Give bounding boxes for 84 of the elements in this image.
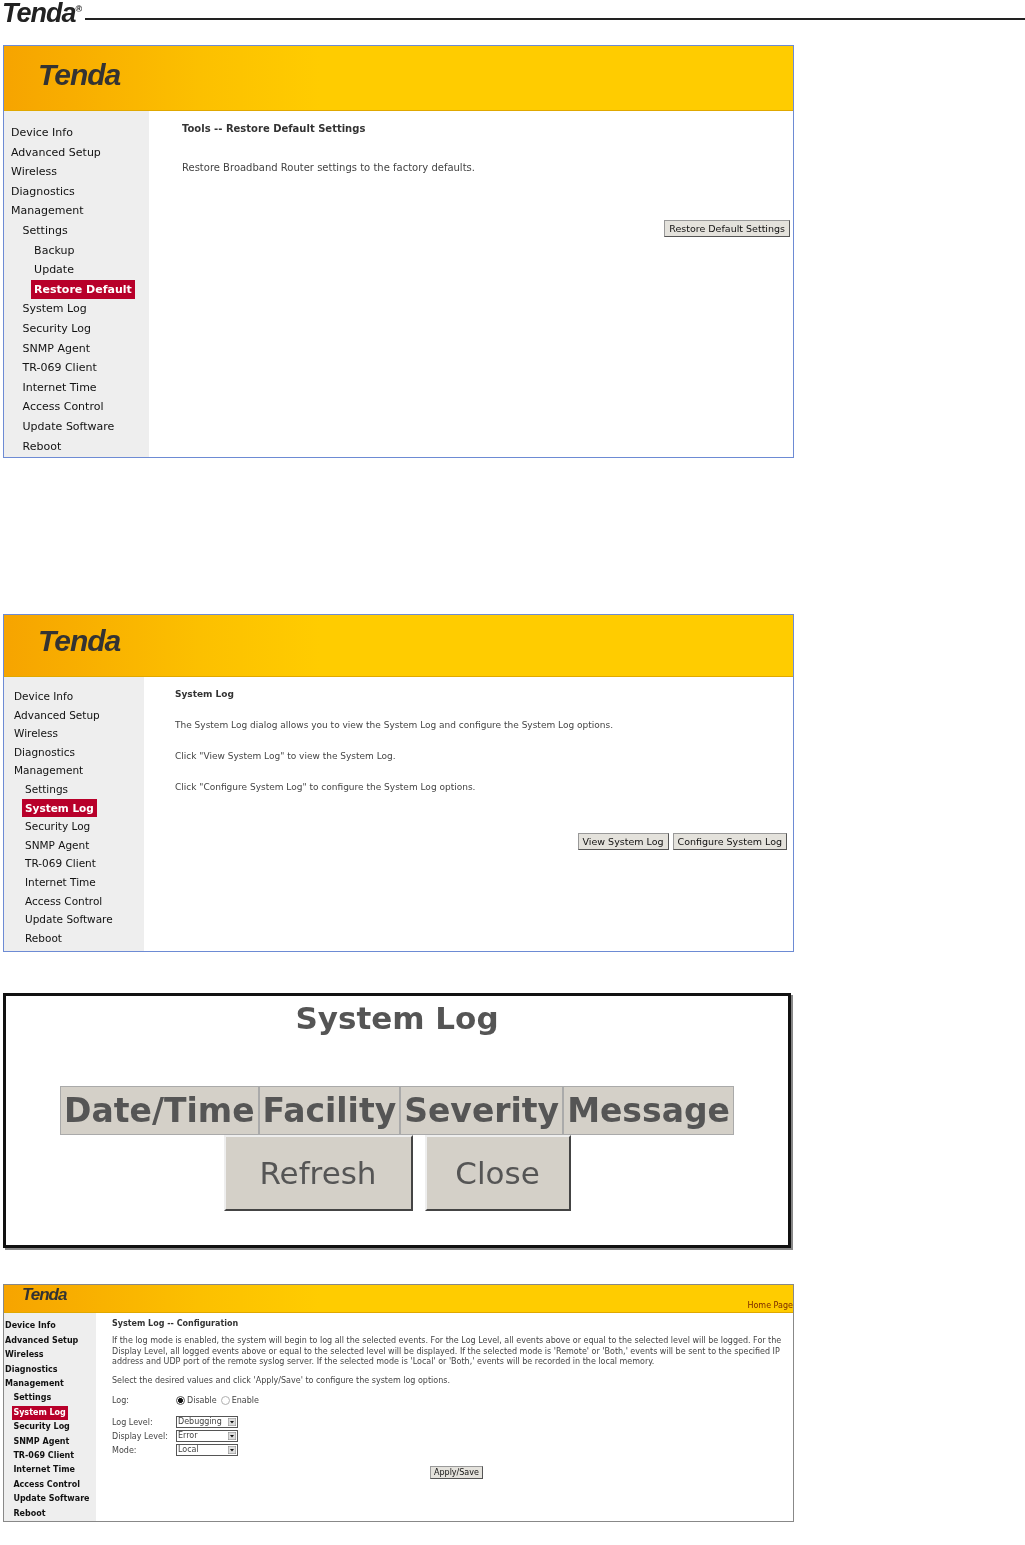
sidebar-item[interactable]: Update [31, 260, 77, 280]
description-text: Click "View System Log" to view the System Log. [175, 751, 397, 761]
sidebar-item[interactable]: Security Log [19, 318, 94, 339]
sidebar-item[interactable]: System Log [12, 1405, 68, 1421]
sidebar-item[interactable]: Restore Default [31, 279, 135, 300]
page-title: System Log [175, 689, 235, 699]
sidebar-item[interactable]: Security Log [22, 817, 94, 836]
column-header: Severity [400, 1086, 564, 1135]
radio-button[interactable] [220, 1395, 230, 1405]
dialog-title: System Log [295, 1000, 499, 1036]
dropdown[interactable]: Error [176, 1430, 238, 1443]
field-label: Log Level: [112, 1417, 154, 1427]
description-text: Restore Broadband Router settings to the factory defaults. [182, 162, 476, 173]
sidebar-item[interactable]: Security Log [12, 1420, 72, 1435]
sidebar-item[interactable]: Reboot [19, 436, 65, 457]
sidebar-item[interactable]: TR-069 Client [12, 1448, 77, 1464]
sidebar-item[interactable]: Device Info [11, 687, 77, 706]
sidebar-item[interactable]: Reboot [22, 928, 65, 948]
sidebar-item[interactable]: Internet Time [12, 1463, 77, 1478]
radio-label: Enable [231, 1395, 259, 1405]
sidebar-item[interactable]: Advanced Setup [11, 705, 103, 725]
home-page-link[interactable]: Home Page [747, 1301, 793, 1311]
sidebar-item[interactable]: Wireless [4, 1348, 46, 1363]
sidebar-item[interactable]: Diagnostics [11, 742, 78, 762]
sidebar-item[interactable]: SNMP Agent [12, 1434, 72, 1449]
brand-logo: Tenda$^{®}$ [2, 0, 82, 26]
sidebar-item[interactable]: System Log [19, 299, 90, 319]
sidebar-item[interactable]: TR-069 Client [19, 358, 100, 378]
column-header: Facility [258, 1086, 401, 1135]
dropdown-arrow-icon [228, 1418, 236, 1427]
sidebar-item[interactable]: Update Software [22, 910, 116, 929]
description-text: If the log mode is enabled, the system will begin to log all the selected events. For the Log Level, all events above or equal to the selected level will be logged. For the Display Level, all logged events above or equal to the selected level will be displayed. If the selected mode is 'Remote' or 'Both,' events will be sent to the specified IP address and UDP port of the remote syslog server. If the selected mode is 'Local' or 'Both,' events will be recorded in the local memory. [112, 1336, 783, 1368]
action-button[interactable]: Apply/Save [430, 1466, 483, 1480]
sidebar-item[interactable]: Diagnostics [8, 181, 78, 202]
description-text: Select the desired values and click 'Apply/Save' to configure the system log options. [112, 1375, 451, 1387]
sidebar-item[interactable]: Diagnostics [4, 1362, 60, 1377]
action-button[interactable]: Restore Default Settings [664, 220, 790, 237]
sidebar-item[interactable]: Settings [22, 779, 72, 799]
sidebar-item[interactable]: Backup [31, 240, 78, 261]
sidebar-item[interactable]: Update Software [12, 1492, 92, 1507]
sidebar-item[interactable]: Reboot [12, 1506, 48, 1521]
dropdown-arrow-icon [228, 1446, 236, 1455]
field-label: Log: [112, 1395, 130, 1405]
sidebar-item[interactable]: SNMP Agent [19, 338, 93, 359]
field-label: Display Level: [112, 1431, 169, 1441]
sidebar-item[interactable]: Settings [19, 220, 71, 241]
column-header: Date/Time [60, 1086, 259, 1135]
sidebar-item[interactable]: Internet Time [22, 872, 99, 892]
dialog-button[interactable]: Close [424, 1135, 571, 1211]
sidebar-item[interactable]: Advanced Setup [8, 142, 104, 163]
sidebar-item[interactable]: Internet Time [19, 377, 100, 398]
radio-label: Disable [187, 1395, 217, 1405]
page-title: Tools -- Restore Default Settings [182, 123, 367, 134]
sidebar-item[interactable]: Wireless [11, 724, 61, 743]
description-text: Click "Configure System Log" to configure the System Log options. [175, 782, 477, 792]
column-header: Message [563, 1086, 734, 1135]
sidebar-item[interactable]: SNMP Agent [22, 835, 93, 855]
sidebar-item[interactable]: Device Info [4, 1319, 58, 1334]
sidebar-item[interactable]: TR-069 Client [22, 854, 99, 873]
description-text: The System Log dialog allows you to view the System Log and configure the System Log options. [175, 720, 614, 730]
dropdown[interactable]: Local [176, 1444, 238, 1457]
sidebar-item[interactable]: Access Control [19, 397, 107, 417]
sidebar-item[interactable]: Settings [12, 1391, 54, 1406]
sidebar-item[interactable]: Device Info [8, 123, 76, 143]
dialog-button[interactable]: Refresh [223, 1135, 413, 1211]
sidebar-item[interactable]: Access Control [22, 891, 106, 911]
field-label: Mode: [112, 1445, 138, 1455]
page-title: System Log -- Configuration [112, 1319, 240, 1329]
sidebar-item[interactable]: Management [4, 1376, 66, 1392]
dropdown-arrow-icon [228, 1432, 236, 1441]
action-button[interactable]: Configure System Log [672, 833, 787, 850]
logo: Tenda [38, 58, 121, 92]
sidebar-item[interactable]: Update Software [19, 416, 118, 437]
sidebar-item[interactable]: System Log [22, 798, 97, 818]
logo: Tenda [38, 624, 121, 658]
sidebar-item[interactable]: Management [8, 201, 87, 221]
sidebar-item[interactable]: Wireless [8, 162, 61, 182]
sidebar-item[interactable]: Advanced Setup [4, 1333, 81, 1349]
sidebar-item[interactable]: Access Control [12, 1477, 82, 1493]
sidebar-item[interactable]: Management [11, 761, 87, 780]
logo: Tenda [22, 1285, 67, 1305]
action-button[interactable]: View System Log [577, 833, 669, 850]
radio-button[interactable] [176, 1395, 185, 1405]
dropdown[interactable]: Debugging [176, 1416, 238, 1429]
